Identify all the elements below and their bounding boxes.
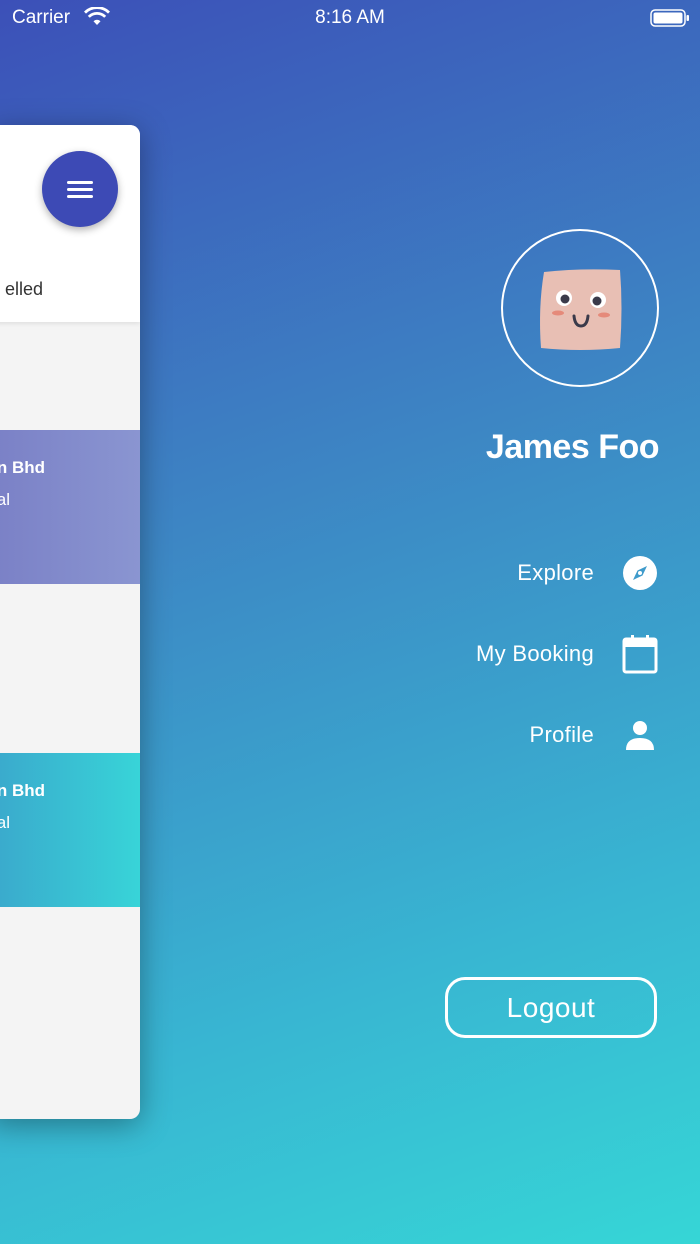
logout-button[interactable]: Logout [445,977,657,1038]
booking-card[interactable]: n Bhd al [0,430,140,584]
compass-icon [622,555,658,591]
booking-company: n Bhd [0,781,45,800]
card-header: elled [0,125,140,322]
booking-company: n Bhd [0,458,45,477]
avatar[interactable] [501,229,659,387]
menu-button[interactable] [42,151,118,227]
menu-item-label: Profile [529,722,594,747]
person-icon [622,717,658,753]
menu-item-label: Explore [517,560,594,585]
clock: 8:16 AM [315,7,385,28]
user-name: James Foo [485,428,660,466]
battery-icon [650,9,689,27]
tab-cancelled[interactable]: elled [5,279,43,300]
status-bar: Carrier 8:16 AM [0,0,700,36]
booking-subtitle: al [0,813,10,832]
booking-subtitle: al [0,490,10,509]
menu-item-my-booking[interactable]: My Booking [476,634,658,674]
menu-item-profile[interactable]: Profile [530,715,658,755]
booking-card[interactable]: n Bhd al [0,753,140,907]
hamburger-icon [67,181,93,198]
main-content-card[interactable]: elled n Bhd al n Bhd al [0,125,140,1119]
menu-item-label: My Booking [476,641,594,666]
calendar-icon [622,635,658,674]
menu-item-explore[interactable]: Explore [517,553,658,593]
avatar-face-icon [540,269,622,350]
